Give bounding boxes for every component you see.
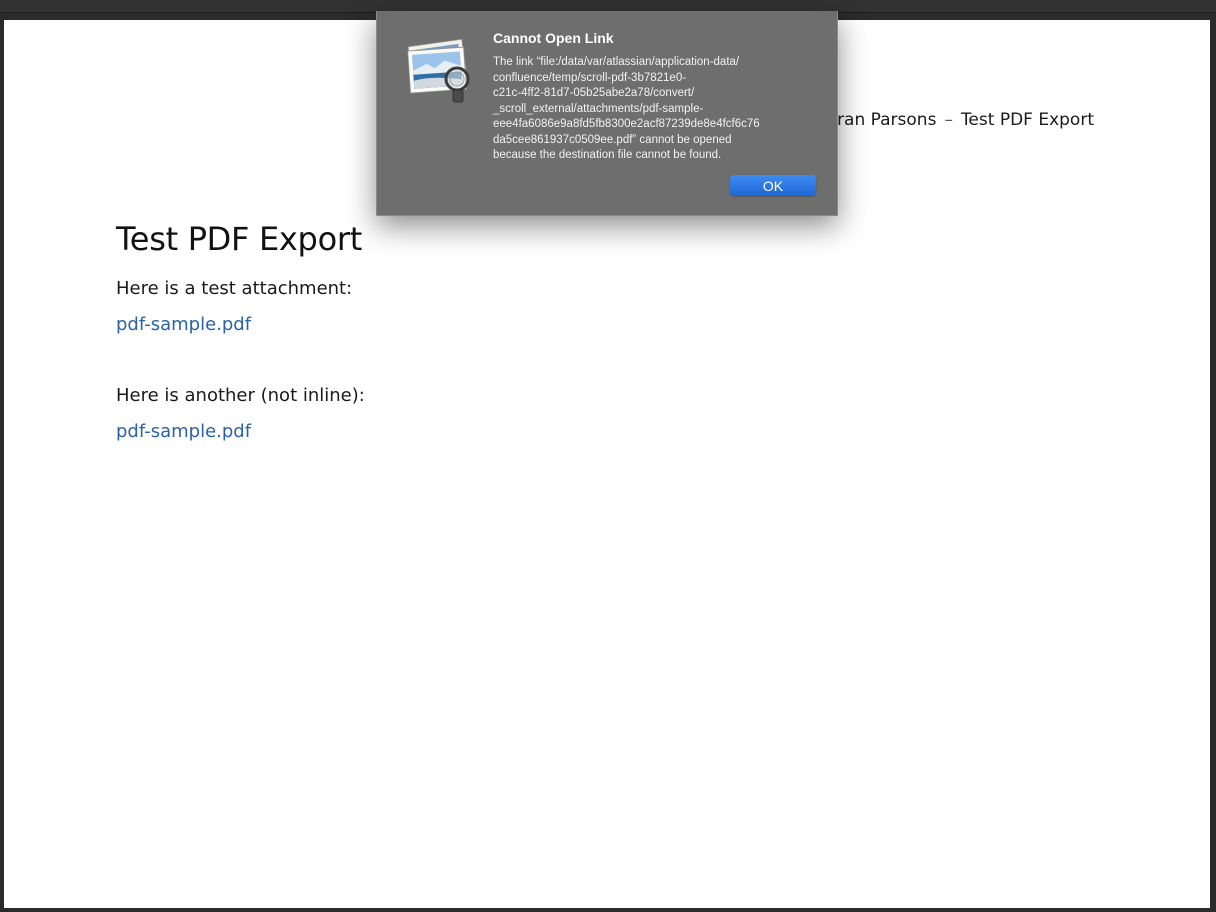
alert-message-line: because the destination file cannot be f… <box>493 149 722 161</box>
alert-message: The link “file:/data/var/atlassian/appli… <box>493 55 823 164</box>
alert-message-line: eee4fa6086e9a8fd5fb8300e2acf87239de8e4fc… <box>493 118 760 130</box>
another-attachment-text: Here is another (not inline): <box>116 385 365 406</box>
preview-app-icon <box>405 35 475 105</box>
alert-message-line: c21c-4ff2-81d7-05b25abe2a78/convert/ <box>493 87 695 99</box>
attachment-link-2[interactable]: pdf-sample.pdf <box>116 421 251 442</box>
alert-message-line: da5cee861937c0509ee.pdf” cannot be opene… <box>493 133 732 146</box>
header-separator: – <box>944 110 953 130</box>
page-title: Test PDF Export <box>116 220 362 258</box>
alert-title: Cannot Open Link <box>493 30 614 46</box>
alert-message-line: confluence/temp/scroll-pdf-3b7821e0- <box>493 71 687 84</box>
alert-message-line: The link “file:/data/var/atlassian/appli… <box>493 56 740 68</box>
alert-message-line: _scroll_external/attachments/pdf-sample- <box>493 102 704 115</box>
header-author: eran Parsons <box>826 110 937 130</box>
cannot-open-link-alert: Cannot Open Link The link “file:/data/va… <box>376 11 838 216</box>
attachment-intro-text: Here is a test attachment: <box>116 278 353 299</box>
header-title: Test PDF Export <box>960 110 1094 130</box>
attachment-link-1[interactable]: pdf-sample.pdf <box>116 314 251 335</box>
ok-button[interactable]: OK <box>730 175 816 196</box>
